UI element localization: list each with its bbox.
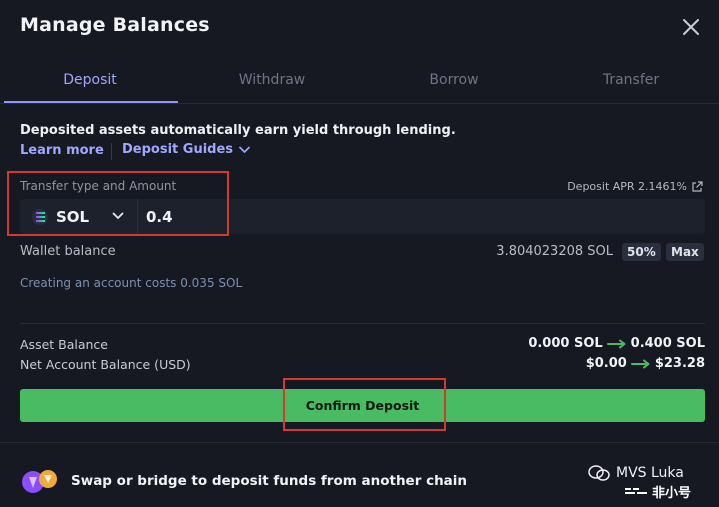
chevron-down-icon	[239, 146, 250, 153]
net-balance-from: $0.00	[585, 356, 627, 371]
asset-balance-to: 0.400 SOL	[630, 336, 705, 351]
wechat-icon	[588, 465, 610, 481]
manage-balances-modal: Manage Balances Deposit Withdraw Borrow …	[0, 0, 719, 507]
modal-title: Manage Balances	[20, 14, 210, 36]
close-icon[interactable]	[680, 16, 702, 38]
deposit-guides-dropdown[interactable]: Deposit Guides	[122, 142, 250, 157]
external-link-icon	[692, 180, 703, 192]
solana-logo-icon	[32, 208, 48, 225]
footer-divider	[0, 442, 719, 443]
chevron-down-icon	[112, 212, 124, 219]
deposit-guides-label: Deposit Guides	[122, 142, 234, 157]
net-account-balance-label: Net Account Balance (USD)	[20, 357, 191, 372]
token-name: SOL	[56, 207, 90, 226]
deposit-apr[interactable]: Deposit APR 2.1461%	[567, 180, 703, 193]
wallet-balance-value: 3.804023208 SOL	[496, 244, 613, 259]
divider	[20, 323, 705, 324]
bridge-chain-icons	[22, 470, 57, 493]
arrow-right-icon	[630, 359, 650, 368]
watermark-author: MVS Luka	[616, 465, 684, 481]
net-balance-to: $23.28	[654, 356, 705, 371]
watermark: MVS Luka	[588, 465, 684, 481]
net-account-balance-change: $0.00 $23.28	[586, 356, 705, 371]
half-button[interactable]: 50%	[622, 243, 661, 261]
tab-borrow[interactable]: Borrow	[379, 72, 529, 88]
deposit-apr-text: Deposit APR 2.1461%	[567, 180, 687, 193]
asset-balance-from: 0.000 SOL	[528, 336, 603, 351]
watermark-site: 非小号	[624, 482, 691, 501]
asset-balance-change: 0.000 SOL 0.400 SOL	[528, 336, 705, 351]
account-cost-note: Creating an account costs 0.035 SOL	[20, 276, 243, 290]
active-tab-indicator	[4, 101, 178, 103]
tab-transfer[interactable]: Transfer	[556, 72, 706, 88]
watermark-site-name: 非小号	[652, 486, 692, 501]
tab-deposit[interactable]: Deposit	[15, 72, 165, 88]
amount-label: Transfer type and Amount	[20, 179, 177, 193]
deposit-info-text: Deposited assets automatically earn yiel…	[20, 123, 456, 138]
amount-input-row: SOL	[20, 199, 705, 234]
tab-withdraw[interactable]: Withdraw	[197, 72, 347, 88]
confirm-deposit-button[interactable]: Confirm Deposit	[20, 389, 705, 422]
tab-bar: Deposit Withdraw Borrow Transfer	[0, 60, 719, 104]
asset-balance-label: Asset Balance	[20, 337, 108, 352]
wallet-balance-label: Wallet balance	[20, 244, 116, 259]
amount-input[interactable]	[146, 199, 686, 234]
site-logo-icon	[625, 487, 647, 494]
token-select[interactable]: SOL	[20, 199, 138, 234]
link-divider	[111, 143, 112, 160]
bridge-prompt[interactable]: Swap or bridge to deposit funds from ano…	[71, 473, 467, 489]
max-button[interactable]: Max	[666, 243, 704, 261]
learn-more-link[interactable]: Learn more	[20, 143, 104, 158]
arrow-right-icon	[606, 339, 626, 348]
